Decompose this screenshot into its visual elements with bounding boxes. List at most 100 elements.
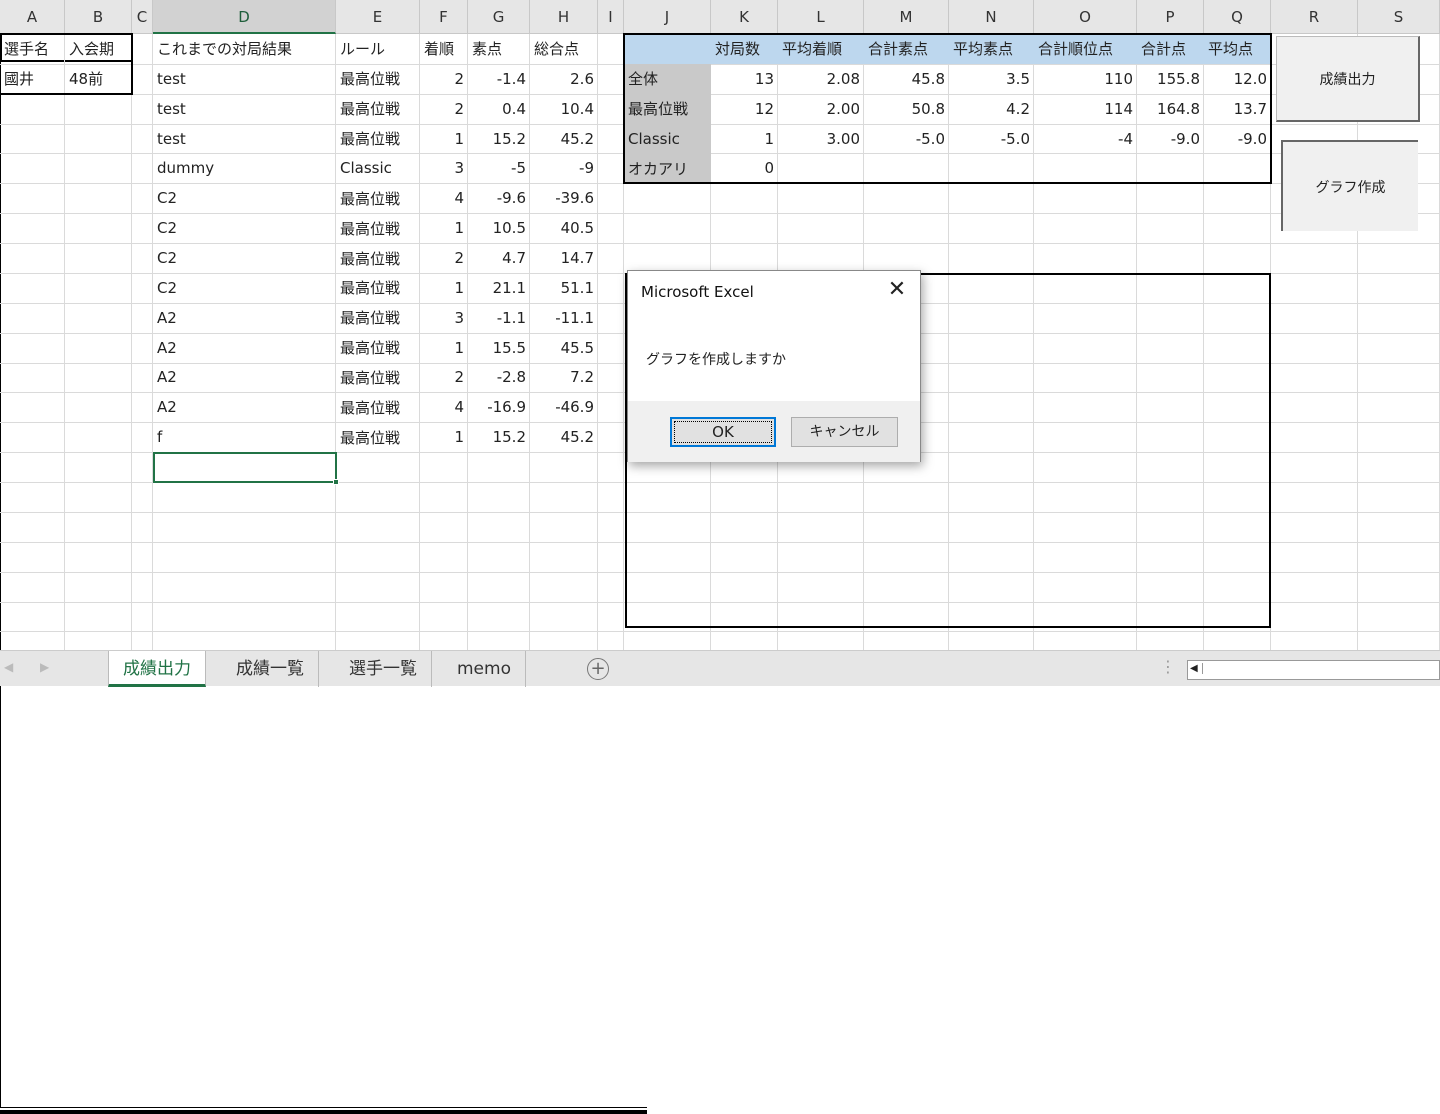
summary-row-label[interactable]: オカアリ <box>624 153 711 184</box>
results-cell[interactable]: 45.2 <box>530 124 598 154</box>
summary-header[interactable]: 合計素点 <box>864 34 949 64</box>
summary-cell[interactable] <box>1137 153 1204 183</box>
player-info-value[interactable]: 48前 <box>65 64 132 94</box>
summary-cell[interactable]: -5.0 <box>864 124 949 154</box>
sheet-tab[interactable]: 成績出力 <box>108 651 206 687</box>
summary-cell[interactable]: 12 <box>711 94 778 124</box>
results-cell[interactable]: -5 <box>468 153 530 183</box>
summary-header[interactable]: 対局数 <box>711 34 778 64</box>
column-header-g[interactable]: G <box>468 0 530 34</box>
ok-button[interactable]: OK <box>670 417 776 447</box>
results-cell[interactable]: 2 <box>420 64 468 94</box>
results-cell[interactable]: C2 <box>153 243 336 273</box>
summary-cell[interactable]: 3.00 <box>778 124 864 154</box>
scroll-right-icon[interactable]: ▶ <box>40 660 49 674</box>
results-cell[interactable]: 3 <box>420 303 468 333</box>
summary-cell[interactable]: 2.08 <box>778 64 864 94</box>
summary-header[interactable]: 合計順位点 <box>1034 34 1137 64</box>
summary-header[interactable]: 平均点 <box>1204 34 1271 64</box>
create-graph-button[interactable]: グラフ作成 <box>1281 140 1418 231</box>
column-header-d[interactable]: D <box>153 0 336 34</box>
results-cell[interactable]: 最高位戦 <box>336 94 420 124</box>
results-cell[interactable]: 最高位戦 <box>336 273 420 303</box>
summary-cell[interactable]: 3.5 <box>949 64 1034 94</box>
results-cell[interactable]: test <box>153 124 336 154</box>
results-cell[interactable]: 2 <box>420 243 468 273</box>
summary-header[interactable]: 合計点 <box>1137 34 1204 64</box>
results-cell[interactable]: -39.6 <box>530 183 598 213</box>
results-cell[interactable]: A2 <box>153 363 336 393</box>
results-cell[interactable]: 3 <box>420 153 468 183</box>
column-header-k[interactable]: K <box>711 0 778 34</box>
results-cell[interactable]: A2 <box>153 333 336 363</box>
summary-cell[interactable]: 164.8 <box>1137 94 1204 124</box>
summary-cell[interactable]: 2.00 <box>778 94 864 124</box>
results-cell[interactable]: 15.5 <box>468 333 530 363</box>
column-header-q[interactable]: Q <box>1204 0 1271 34</box>
column-header-n[interactable]: N <box>949 0 1034 34</box>
summary-cell[interactable]: 114 <box>1034 94 1137 124</box>
results-header[interactable]: 素点 <box>468 34 530 64</box>
results-cell[interactable]: C2 <box>153 183 336 213</box>
summary-cell[interactable]: 155.8 <box>1137 64 1204 94</box>
results-cell[interactable]: 最高位戦 <box>336 124 420 154</box>
summary-cell[interactable]: -9.0 <box>1204 124 1271 154</box>
results-cell[interactable]: 15.2 <box>468 422 530 452</box>
results-cell[interactable]: 0.4 <box>468 94 530 124</box>
summary-row-label[interactable]: Classic <box>624 123 711 154</box>
results-cell[interactable]: 21.1 <box>468 273 530 303</box>
summary-row-label[interactable]: 最高位戦 <box>624 93 711 124</box>
scroll-left-icon[interactable]: ◀ <box>4 660 13 674</box>
results-cell[interactable]: 最高位戦 <box>336 392 420 422</box>
summary-cell[interactable]: 110 <box>1034 64 1137 94</box>
summary-cell[interactable] <box>1204 153 1271 183</box>
results-cell[interactable]: -9.6 <box>468 183 530 213</box>
results-cell[interactable]: 最高位戦 <box>336 363 420 393</box>
summary-cell[interactable]: 1 <box>711 124 778 154</box>
summary-cell[interactable]: 0 <box>711 153 778 183</box>
results-cell[interactable]: 10.4 <box>530 94 598 124</box>
results-cell[interactable]: test <box>153 64 336 94</box>
results-cell[interactable]: -1.4 <box>468 64 530 94</box>
fill-handle[interactable] <box>333 479 339 486</box>
column-header-r[interactable]: R <box>1271 0 1358 34</box>
results-cell[interactable]: -2.8 <box>468 363 530 393</box>
results-cell[interactable]: 45.2 <box>530 422 598 452</box>
results-cell[interactable]: 2 <box>420 94 468 124</box>
horizontal-scrollbar[interactable]: ◀ <box>1187 660 1440 680</box>
results-cell[interactable]: f <box>153 422 336 452</box>
column-header-b[interactable]: B <box>65 0 132 34</box>
sheet-tab[interactable]: memo <box>443 651 526 687</box>
results-cell[interactable]: C2 <box>153 273 336 303</box>
split-handle-icon[interactable]: ⋮ <box>1160 657 1176 676</box>
results-header[interactable]: 着順 <box>420 34 468 64</box>
results-cell[interactable]: 40.5 <box>530 213 598 243</box>
summary-cell[interactable] <box>1034 153 1137 183</box>
results-cell[interactable]: 51.1 <box>530 273 598 303</box>
results-cell[interactable]: 最高位戦 <box>336 333 420 363</box>
results-cell[interactable]: 最高位戦 <box>336 64 420 94</box>
column-header-h[interactable]: H <box>530 0 598 34</box>
results-cell[interactable]: 1 <box>420 273 468 303</box>
results-cell[interactable]: 4.7 <box>468 243 530 273</box>
selected-cell[interactable] <box>153 452 337 484</box>
results-cell[interactable]: 1 <box>420 422 468 452</box>
results-cell[interactable]: -1.1 <box>468 303 530 333</box>
column-header-e[interactable]: E <box>336 0 420 34</box>
summary-cell[interactable]: 4.2 <box>949 94 1034 124</box>
summary-cell[interactable]: -4 <box>1034 124 1137 154</box>
results-cell[interactable]: 7.2 <box>530 363 598 393</box>
results-cell[interactable]: 10.5 <box>468 213 530 243</box>
column-header-a[interactable]: A <box>0 0 65 34</box>
results-cell[interactable]: 最高位戦 <box>336 213 420 243</box>
summary-cell[interactable]: -9.0 <box>1137 124 1204 154</box>
player-info-header[interactable]: 選手名 <box>0 34 65 64</box>
results-cell[interactable]: 1 <box>420 213 468 243</box>
scroll-left-arrow-icon[interactable]: ◀ <box>1190 663 1203 674</box>
results-header[interactable]: 総合点 <box>530 34 598 64</box>
column-header-f[interactable]: F <box>420 0 468 34</box>
results-cell[interactable]: 4 <box>420 183 468 213</box>
summary-header[interactable]: 平均着順 <box>778 34 864 64</box>
column-header-p[interactable]: P <box>1137 0 1204 34</box>
results-header[interactable]: これまでの対局結果 <box>153 34 336 64</box>
